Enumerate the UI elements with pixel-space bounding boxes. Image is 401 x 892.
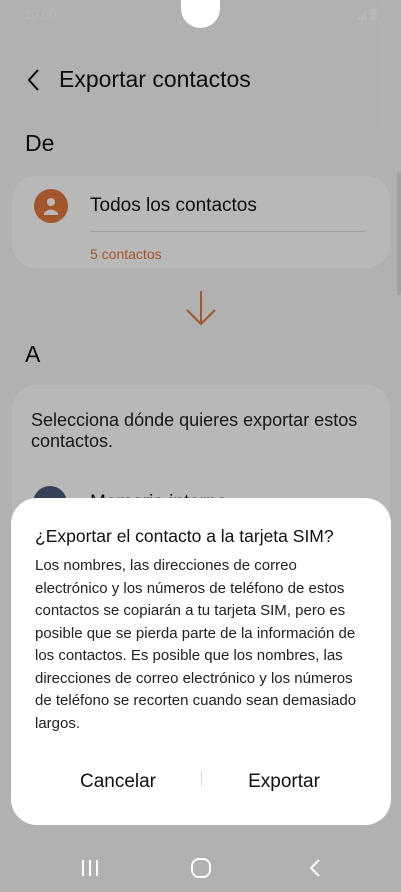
navigation-bar: [0, 838, 401, 892]
export-dialog: ¿Exportar el contacto a la tarjeta SIM? …: [11, 498, 391, 825]
cancel-button[interactable]: Cancelar: [36, 763, 200, 801]
dialog-body: Los nombres, las direcciones de correo e…: [35, 557, 357, 732]
dialog-title: ¿Exportar el contacto a la tarjeta SIM?: [35, 526, 334, 546]
export-button[interactable]: Exportar: [202, 763, 366, 801]
recent-apps-icon[interactable]: [80, 858, 100, 878]
back-nav-icon[interactable]: [308, 858, 322, 878]
home-button-icon[interactable]: [190, 857, 212, 879]
